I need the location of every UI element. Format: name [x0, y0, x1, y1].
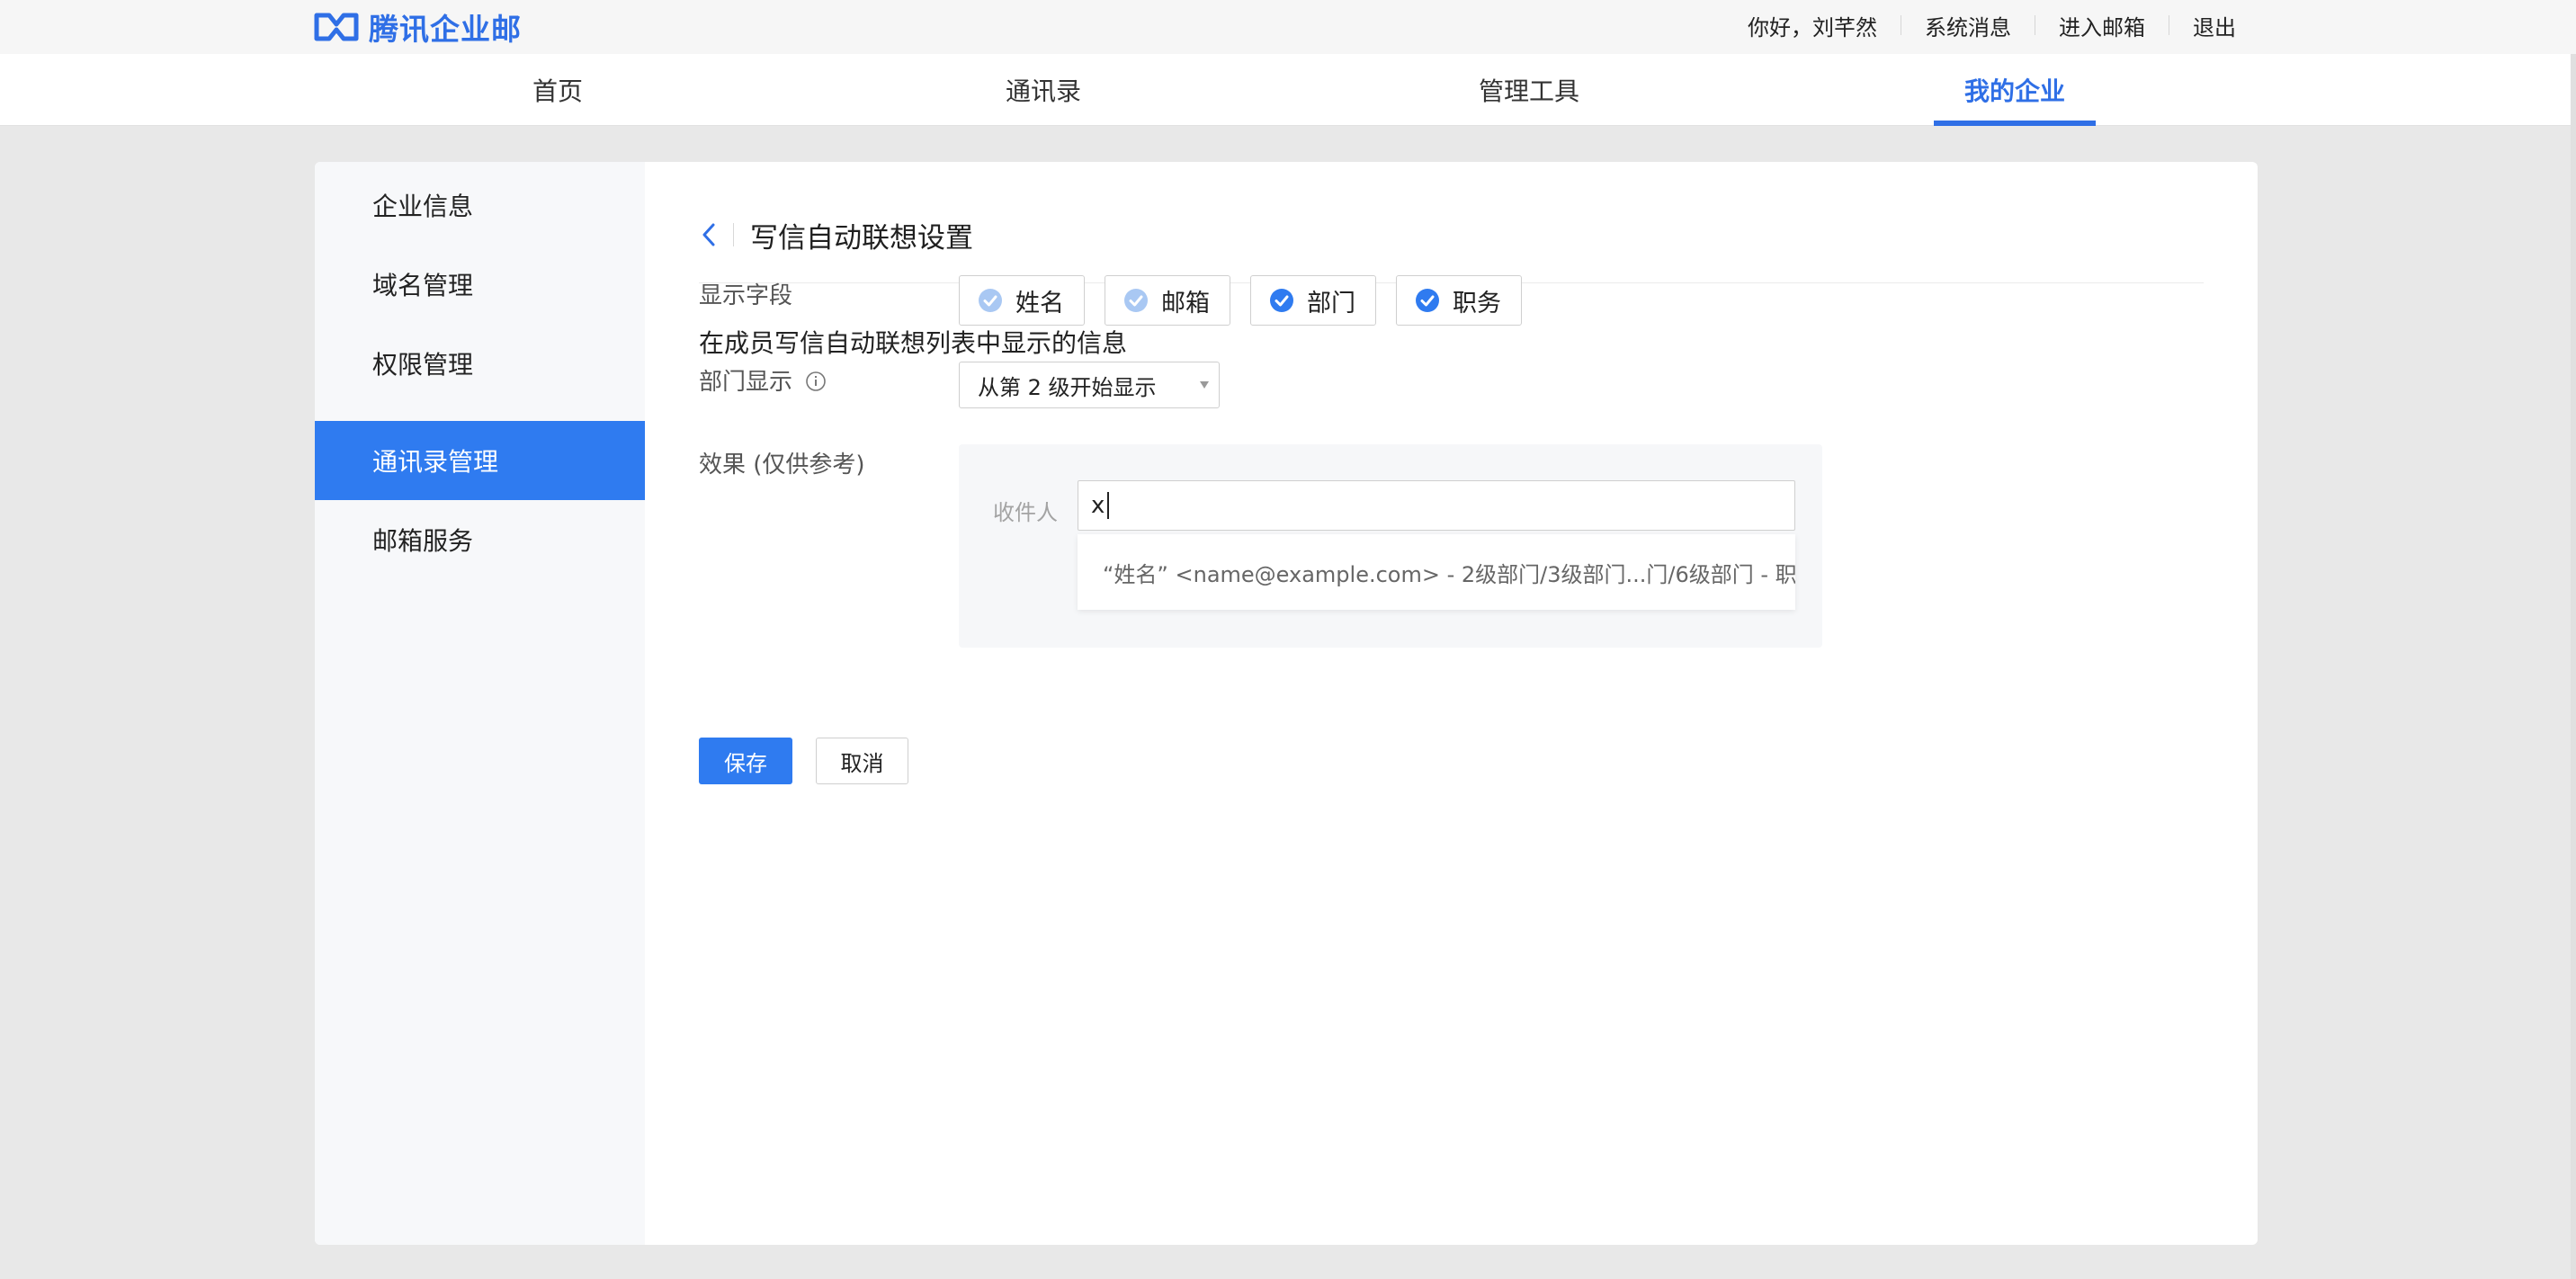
- display-fields-group: 姓名 邮箱 部门 职务: [959, 275, 1522, 326]
- sidebar-item-contacts-management[interactable]: 通讯录管理: [315, 421, 645, 500]
- field-checkbox-label: 职务: [1453, 289, 1501, 318]
- nav-tab-home[interactable]: 首页: [477, 54, 639, 126]
- nav-tab-admin-tools[interactable]: 管理工具: [1448, 54, 1610, 126]
- department-level-select[interactable]: 从第 2 级开始显示: [959, 362, 1220, 408]
- content-card: 企业信息 域名管理 权限管理 通讯录管理 邮箱服务 写信自动联想设置 在成员写信…: [315, 162, 2258, 1245]
- preview-box: 收件人 x “姓名” <name@example.com> - 2级部门/3级部…: [959, 444, 1822, 648]
- section-title: 在成员写信自动联想列表中显示的信息: [699, 328, 1128, 358]
- greeting-text: 你好，刘芊然: [1748, 14, 1877, 40]
- brand-logo-icon: [314, 13, 359, 41]
- check-circle-icon: [1124, 289, 1148, 312]
- back-arrow-icon[interactable]: [699, 219, 719, 250]
- text-caret: [1107, 492, 1110, 519]
- header-divider: [733, 223, 734, 246]
- top-bar: 腾讯企业邮 你好，刘芊然 系统消息 进入邮箱 退出: [0, 0, 2576, 54]
- field-checkbox-label: 邮箱: [1161, 289, 1210, 318]
- cancel-button[interactable]: 取消: [816, 738, 908, 784]
- department-display-label-text: 部门显示: [699, 369, 793, 396]
- brand-logo[interactable]: 腾讯企业邮: [313, 7, 522, 47]
- logout-link[interactable]: 退出: [2169, 10, 2236, 41]
- main-nav: 首页 通讯录 管理工具 我的企业: [0, 54, 2576, 126]
- field-checkbox-label: 姓名: [1015, 289, 1064, 318]
- nav-tab-my-company[interactable]: 我的企业: [1934, 54, 2096, 126]
- save-button[interactable]: 保存: [699, 738, 792, 784]
- field-checkbox-name: 姓名: [959, 275, 1085, 326]
- field-checkbox-email: 邮箱: [1105, 275, 1230, 326]
- dropdown-arrow-icon: [1200, 381, 1209, 389]
- field-checkbox-title[interactable]: 职务: [1396, 275, 1522, 326]
- department-level-select-value: 从第 2 级开始显示: [978, 374, 1157, 400]
- sidebar: 企业信息 域名管理 权限管理 通讯录管理 邮箱服务: [315, 162, 645, 1245]
- page-title: 写信自动联想设置: [750, 221, 973, 255]
- field-checkbox-label: 部门: [1307, 289, 1355, 318]
- sidebar-item-permissions[interactable]: 权限管理: [315, 324, 645, 403]
- sidebar-item-domain[interactable]: 域名管理: [315, 245, 645, 324]
- info-icon[interactable]: [805, 371, 827, 392]
- nav-tab-contacts[interactable]: 通讯录: [962, 54, 1124, 126]
- preview-label: 效果 (仅供参考): [699, 452, 865, 479]
- sidebar-item-company-info[interactable]: 企业信息: [315, 165, 645, 245]
- brand-name: 腾讯企业邮: [369, 12, 522, 47]
- page-scrollbar[interactable]: [2571, 54, 2576, 1279]
- sidebar-item-mail-service[interactable]: 邮箱服务: [315, 500, 645, 579]
- recipient-input-value: x: [1091, 492, 1105, 519]
- recipient-label: 收件人: [993, 500, 1058, 525]
- check-circle-icon: [1416, 289, 1439, 312]
- enter-mailbox-link[interactable]: 进入邮箱: [2035, 10, 2169, 41]
- department-display-label: 部门显示: [699, 363, 827, 397]
- field-checkbox-department[interactable]: 部门: [1250, 275, 1376, 326]
- check-circle-icon: [1270, 289, 1293, 312]
- main-panel: 写信自动联想设置 在成员写信自动联想列表中显示的信息 显示字段 姓名 邮箱 部门…: [645, 162, 2258, 1245]
- page-header: 写信自动联想设置: [699, 203, 2204, 266]
- system-messages-link[interactable]: 系统消息: [1901, 10, 2035, 41]
- display-fields-label: 显示字段: [699, 282, 793, 309]
- recipient-input: x: [1078, 480, 1795, 531]
- autocomplete-suggestion: “姓名” <name@example.com> - 2级部门/3级部门...门/…: [1078, 534, 1795, 610]
- top-links: 你好，刘芊然 系统消息 进入邮箱 退出: [1724, 0, 2236, 50]
- check-circle-icon: [979, 289, 1002, 312]
